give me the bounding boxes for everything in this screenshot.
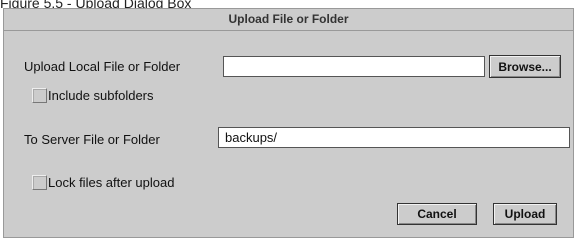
local-file-input[interactable]: [223, 56, 485, 77]
local-file-label: Upload Local File or Folder: [24, 59, 181, 74]
server-file-label: To Server File or Folder: [24, 132, 160, 147]
dialog-title: Upload File or Folder: [4, 9, 573, 31]
figure-caption: Figure 5.5 - Upload Dialog Box: [0, 0, 192, 11]
server-file-input[interactable]: [218, 127, 570, 148]
browse-button[interactable]: Browse...: [489, 55, 561, 78]
lock-files-label: Lock files after upload: [48, 175, 175, 190]
include-subfolders-label: Include subfolders: [48, 88, 154, 103]
upload-button[interactable]: Upload: [493, 203, 557, 225]
upload-dialog: Upload File or Folder Upload Local File …: [3, 8, 574, 238]
lock-files-checkbox[interactable]: [32, 175, 47, 190]
cancel-button[interactable]: Cancel: [397, 203, 477, 225]
include-subfolders-checkbox[interactable]: [32, 88, 47, 103]
